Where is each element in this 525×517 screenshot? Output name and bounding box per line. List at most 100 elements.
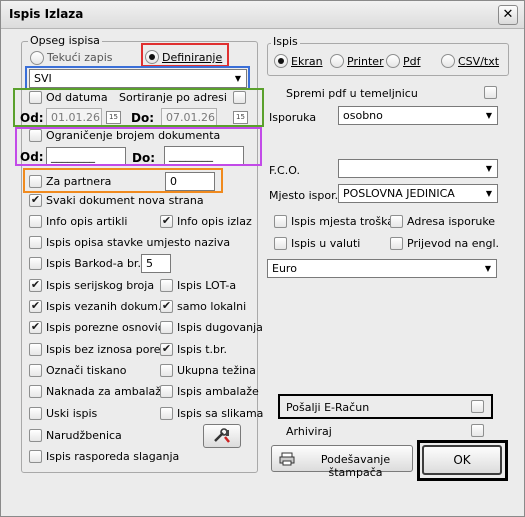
pdf-label: Pdf bbox=[403, 55, 421, 68]
tools-button[interactable] bbox=[203, 424, 241, 448]
opseg-selection-combo[interactable]: SVI ▼ bbox=[29, 69, 247, 88]
spremi-pdf-checkbox[interactable] bbox=[484, 86, 497, 99]
uski-ispis-label: Uski ispis bbox=[46, 407, 98, 420]
barkod-input[interactable]: 5 bbox=[141, 254, 171, 273]
do-broj-input[interactable]: ________ bbox=[164, 146, 244, 165]
ispis-legend: Ispis bbox=[271, 35, 300, 48]
ispis-u-valuti-checkbox[interactable] bbox=[274, 237, 287, 250]
posalji-eracun-checkbox[interactable] bbox=[471, 400, 484, 413]
ispis-bez-iznosa-checkbox[interactable] bbox=[29, 343, 42, 356]
mjesto-label: Mjesto ispor. bbox=[269, 189, 339, 202]
ispis-rasporeda-checkbox[interactable] bbox=[29, 450, 42, 463]
ogranicenje-checkbox[interactable] bbox=[29, 129, 42, 142]
ispis-opisa-stavke-label: Ispis opisa stavke umjesto naziva bbox=[46, 236, 231, 249]
chevron-down-icon: ▼ bbox=[485, 164, 493, 173]
ispis-porezne-checkbox[interactable] bbox=[29, 321, 42, 334]
naknada-checkbox[interactable] bbox=[29, 385, 42, 398]
ok-button[interactable]: OK bbox=[422, 445, 502, 475]
od-broj-input[interactable]: ________ bbox=[46, 147, 126, 166]
za-partnera-input[interactable]: 0 bbox=[165, 172, 215, 191]
ekran-label: Ekran bbox=[291, 55, 323, 68]
title-bar: Ispis Izlaza ✕ bbox=[1, 1, 524, 29]
csv-radio[interactable] bbox=[441, 54, 455, 68]
svaki-dokument-checkbox[interactable] bbox=[29, 194, 42, 207]
calendar-icon[interactable]: 15 bbox=[233, 111, 248, 124]
ispis-mjesta-troska-checkbox[interactable] bbox=[274, 215, 287, 228]
ispis-tbr-checkbox[interactable] bbox=[160, 343, 173, 356]
svaki-dokument-label: Svaki dokument nova strana bbox=[46, 194, 204, 207]
ispis-vezanih-label: Ispis vezanih dokum. bbox=[46, 300, 162, 313]
ekran-radio[interactable] bbox=[274, 54, 288, 68]
info-opis-artikli-label: Info opis artikli bbox=[46, 215, 128, 228]
narudzbenica-label: Narudžbenica bbox=[46, 429, 122, 442]
ogranicenje-label: Ograničenje brojem dokumenta bbox=[46, 129, 221, 142]
od-datuma-label: Od datuma bbox=[46, 91, 108, 104]
dialog-window: Ispis Izlaza ✕ Opseg ispisa Tekući zapis… bbox=[0, 0, 525, 517]
ukupna-tezina-checkbox[interactable] bbox=[160, 364, 173, 377]
oznaci-tiskano-label: Označi tiskano bbox=[46, 364, 127, 377]
opseg-ispisa-legend: Opseg ispisa bbox=[28, 34, 102, 47]
ispis-ambalaze-checkbox[interactable] bbox=[160, 385, 173, 398]
ispis-barkoda-checkbox[interactable] bbox=[29, 257, 42, 270]
info-opis-izlaz-checkbox[interactable] bbox=[160, 215, 173, 228]
ukupna-tezina-label: Ukupna težina bbox=[177, 364, 256, 377]
ispis-vezanih-checkbox[interactable] bbox=[29, 300, 42, 313]
za-partnera-value: 0 bbox=[170, 175, 177, 188]
tekuci-zapis-label: Tekući zapis bbox=[47, 51, 113, 64]
do-date-input[interactable]: 07.01.26 bbox=[161, 108, 217, 127]
fco-combo[interactable]: ▼ bbox=[338, 159, 498, 178]
do-broj-label: Do: bbox=[132, 151, 156, 165]
ispis-barkoda-label: Ispis Barkod-a br. : bbox=[46, 257, 149, 270]
ispis-mjesta-troska-label: Ispis mjesta troška bbox=[291, 215, 395, 228]
isporuka-value: osobno bbox=[343, 109, 383, 122]
ispis-rasporeda-label: Ispis rasporeda slaganja bbox=[46, 450, 180, 463]
definiranje-radio[interactable] bbox=[145, 50, 159, 64]
calendar-icon[interactable]: 15 bbox=[106, 111, 121, 124]
podesavanje-stampaca-button[interactable]: Podešavanje štampača bbox=[271, 445, 413, 479]
ispis-serijskog-checkbox[interactable] bbox=[29, 279, 42, 292]
od-date-label: Od: bbox=[20, 111, 44, 125]
opseg-selection-value: SVI bbox=[34, 72, 52, 85]
chevron-down-icon: ▼ bbox=[485, 189, 493, 198]
samo-lokalni-checkbox[interactable] bbox=[160, 300, 173, 313]
printer-radio[interactable] bbox=[330, 54, 344, 68]
isporuka-combo[interactable]: osobno ▼ bbox=[338, 106, 498, 125]
posalji-eracun-label: Pošalji E-Račun bbox=[286, 401, 370, 414]
ispis-dugovanja-label: Ispis dugovanja bbox=[177, 321, 263, 334]
od-date-input[interactable]: 01.01.26 bbox=[46, 108, 102, 127]
adresa-isporuke-checkbox[interactable] bbox=[390, 215, 403, 228]
pdf-radio[interactable] bbox=[386, 54, 400, 68]
valuta-value: Euro bbox=[272, 262, 297, 275]
ispis-opisa-stavke-checkbox[interactable] bbox=[29, 236, 42, 249]
ispis-u-valuti-label: Ispis u valuti bbox=[291, 237, 361, 250]
do-broj-value: ________ bbox=[169, 149, 213, 162]
oznaci-tiskano-checkbox[interactable] bbox=[29, 364, 42, 377]
arhiviraj-checkbox[interactable] bbox=[471, 424, 484, 437]
chevron-down-icon: ▼ bbox=[485, 111, 493, 120]
od-datuma-checkbox[interactable] bbox=[29, 91, 42, 104]
close-button[interactable]: ✕ bbox=[498, 5, 518, 25]
spremi-pdf-label: Spremi pdf u temeljnicu bbox=[286, 87, 418, 100]
valuta-combo[interactable]: Euro ▼ bbox=[267, 259, 497, 278]
ok-label: OK bbox=[453, 453, 471, 467]
tekuci-zapis-radio[interactable] bbox=[30, 51, 44, 65]
mjesto-combo[interactable]: POSLOVNA JEDINICA ▼ bbox=[338, 184, 498, 203]
info-opis-artikli-checkbox[interactable] bbox=[29, 215, 42, 228]
printer-label: Printer bbox=[347, 55, 384, 68]
uski-ispis-checkbox[interactable] bbox=[29, 407, 42, 420]
ispis-lot-checkbox[interactable] bbox=[160, 279, 173, 292]
prijevod-label: Prijevod na engl. bbox=[407, 237, 500, 250]
isporuka-label: Isporuka bbox=[269, 111, 317, 124]
tools-icon bbox=[214, 428, 230, 443]
chevron-down-icon: ▼ bbox=[484, 264, 492, 273]
podesavanje-label: Podešavanje štampača bbox=[320, 453, 391, 479]
barkod-value: 5 bbox=[146, 257, 153, 270]
za-partnera-checkbox[interactable] bbox=[29, 175, 42, 188]
narudzbenica-checkbox[interactable] bbox=[29, 429, 42, 442]
mjesto-value: POSLOVNA JEDINICA bbox=[343, 187, 455, 200]
samo-lokalni-label: samo lokalni bbox=[177, 300, 247, 313]
ispis-sa-slikama-checkbox[interactable] bbox=[160, 407, 173, 420]
ispis-dugovanja-checkbox[interactable] bbox=[160, 321, 173, 334]
sortiranje-checkbox[interactable] bbox=[233, 91, 246, 104]
prijevod-checkbox[interactable] bbox=[390, 237, 403, 250]
